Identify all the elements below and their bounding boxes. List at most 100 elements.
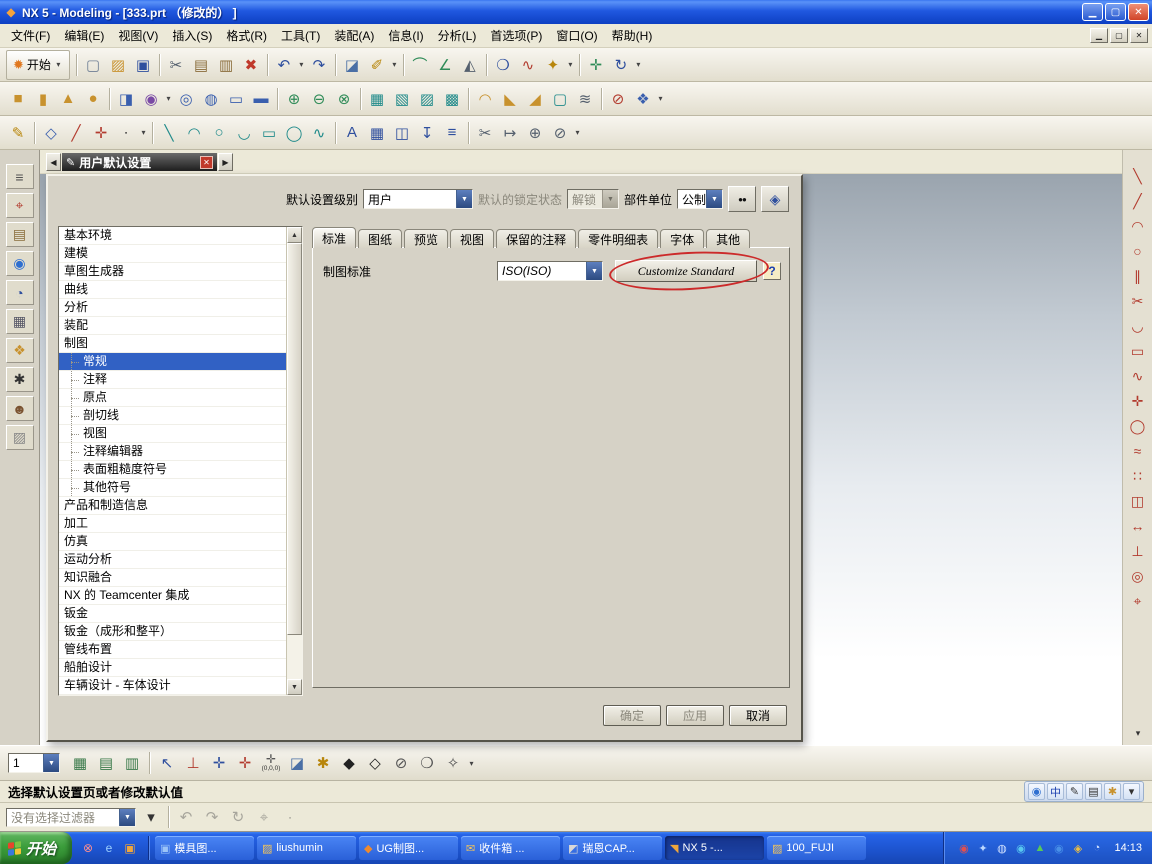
tab-font[interactable]: 字体 [660,229,705,248]
tab-retained-annotations[interactable]: 保留的注释 [496,229,577,248]
layer-visible-icon[interactable]: ▤ [94,751,118,775]
ime-pen-icon[interactable]: ✎ [1066,783,1083,800]
pattern-curve-icon[interactable]: ∷ [1127,465,1149,487]
point-icon[interactable]: ✛ [1127,390,1149,412]
mirror-curve-icon[interactable]: ◫ [1127,490,1149,512]
curve-analysis-icon[interactable]: ∿ [516,53,540,77]
menu-preferences[interactable]: 首选项(P) [483,24,549,47]
subtract-icon[interactable]: ⊖ [307,87,331,111]
snap-caret-icon[interactable]: ▾ [467,751,476,775]
revolve-icon[interactable]: ◉ [139,87,163,111]
arc-icon[interactable]: ◠ [182,121,206,145]
task-inbox[interactable]: ✉ 收件箱 ... [461,836,561,860]
tree-item[interactable]: NX 的 Teamcenter 集成 [59,587,286,605]
menu-assemblies[interactable]: 装配(A) [327,24,381,47]
spline-icon[interactable]: ∿ [307,121,331,145]
tree-item[interactable]: 仿真 [59,533,286,551]
history-icon[interactable]: ◔ [5,280,34,305]
task-liushumin[interactable]: ▨ liushumin [257,836,357,860]
curve-caret-icon[interactable]: ▾ [573,121,582,145]
units-combo[interactable]: 公制 ▼ [677,189,723,209]
chinese-input-icon[interactable]: 中 [1047,783,1064,800]
tree-item[interactable]: 分析 [59,299,286,317]
menu-format[interactable]: 格式(R) [219,24,274,47]
dimension-icon[interactable]: ↔ [1127,515,1149,537]
select-previous-icon[interactable]: ↶ [174,805,198,829]
analysis-caret-icon[interactable]: ▾ [566,53,575,77]
internet-explorer-icon[interactable]: ◉ [5,251,34,276]
open-icon[interactable]: ▨ [106,53,130,77]
undo-caret-icon[interactable]: ▾ [297,53,306,77]
tree-item[interactable]: 基本环境 [59,227,286,245]
mdi-restore-button[interactable]: ▢ [1110,28,1128,43]
tree-item[interactable]: 注释编辑器 [59,443,286,461]
selection-filter-arrow-icon[interactable]: ▼ [119,808,135,826]
fillet-icon[interactable]: ◡ [232,121,256,145]
desktop-quick-icon[interactable]: ▣ [121,839,139,857]
tree-item[interactable]: 注释 [59,371,286,389]
level-combo-arrow-icon[interactable]: ▼ [455,190,472,208]
start-button[interactable]: 开始 [0,832,73,864]
selection-filter-combo[interactable]: 没有选择过滤器 ▼ [6,807,136,827]
snap-circle-icon[interactable]: ❍ [415,751,439,775]
task-ruien-cap[interactable]: ◩ 瑞恩CAP... [563,836,663,860]
snapshot-icon[interactable]: ⌖ [252,805,276,829]
target-point-icon[interactable]: ⌖ [1127,590,1149,612]
tree-item[interactable]: 车辆设计 - 车体设计 [59,677,286,695]
task-nx5[interactable]: ◥ NX 5 -... [665,836,765,860]
start-caret-icon[interactable]: ▾ [54,53,63,77]
cone-icon[interactable]: ▲ [56,87,80,111]
constraint-icon[interactable]: ⊥ [1127,540,1149,562]
gear-icon[interactable]: ✱ [311,751,335,775]
tree-item[interactable]: 草图生成器 [59,263,286,281]
datum-plane-icon[interactable]: ◇ [39,121,63,145]
refresh-view-icon[interactable]: ↻ [609,53,633,77]
intersect-icon[interactable]: ⊗ [332,87,356,111]
tree-item[interactable]: 船舶设计 [59,659,286,677]
tab-drawing[interactable]: 图纸 [358,229,403,248]
block-icon[interactable]: ■ [6,87,30,111]
drafting-standard-combo[interactable]: ISO(ISO) ▼ [497,261,604,281]
circle-icon[interactable]: ○ [207,121,231,145]
draft-icon[interactable]: ◢ [523,87,547,111]
mirror-icon[interactable]: ◫ [390,121,414,145]
tree-item[interactable]: 钣金（成形和整平） [59,623,286,641]
tree-item[interactable]: 钣金 [59,605,286,623]
mdi-close-button[interactable]: ✕ [1130,28,1148,43]
roles-icon[interactable]: ☻ [5,396,34,421]
circle-icon[interactable]: ○ [1127,240,1149,262]
templates-icon[interactable]: ▨ [5,425,34,450]
extrude-icon[interactable]: ◨ [114,87,138,111]
snap-diamond-outline-icon[interactable]: ◇ [363,751,387,775]
boss-icon[interactable]: ◍ [199,87,223,111]
start-menu-button[interactable]: ✹ 开始 ▾ [6,49,70,80]
trim-curve-icon[interactable]: ✂ [473,121,497,145]
datum-axis-icon[interactable]: ╱ [64,121,88,145]
menu-view[interactable]: 视图(V) [111,24,165,47]
new-file-icon[interactable]: ▢ [81,53,105,77]
pattern-icon[interactable]: ▦ [365,121,389,145]
measure-angle-icon[interactable]: ∠ [433,53,457,77]
view-orient-icon[interactable]: ◪ [340,53,364,77]
stop-quick-icon[interactable]: ⊗ [79,839,97,857]
cut-icon[interactable]: ✂ [164,53,188,77]
tree-scrollbar[interactable]: ▲ ▼ [286,227,302,695]
menu-information[interactable]: 信息(I) [381,24,430,47]
layer-settings-icon[interactable]: ▦ [68,751,92,775]
pad-icon[interactable]: ▬ [249,87,273,111]
ellipse-icon[interactable]: ◯ [1127,415,1149,437]
info-caret-icon[interactable]: ▾ [390,53,399,77]
line-icon[interactable]: ╲ [157,121,181,145]
shell-icon[interactable]: ▢ [548,87,572,111]
defaults-navigator-button[interactable]: ◈ [761,186,789,212]
section-analysis-icon[interactable]: ◭ [458,53,482,77]
menu-tools[interactable]: 工具(T) [274,24,327,47]
filter-options-caret-icon[interactable]: ▾ [139,805,163,829]
tab-view[interactable]: 视图 [450,229,495,248]
help-button[interactable]: ? [763,262,782,280]
task-ug-zhitu[interactable]: ◆ UG制图... [359,836,459,860]
select-cursor-icon[interactable]: ↖ [155,751,179,775]
chamfer-icon[interactable]: ◣ [498,87,522,111]
split-body-icon[interactable]: ❖ [631,87,655,111]
extrude-caret-icon[interactable]: ▾ [164,87,173,111]
